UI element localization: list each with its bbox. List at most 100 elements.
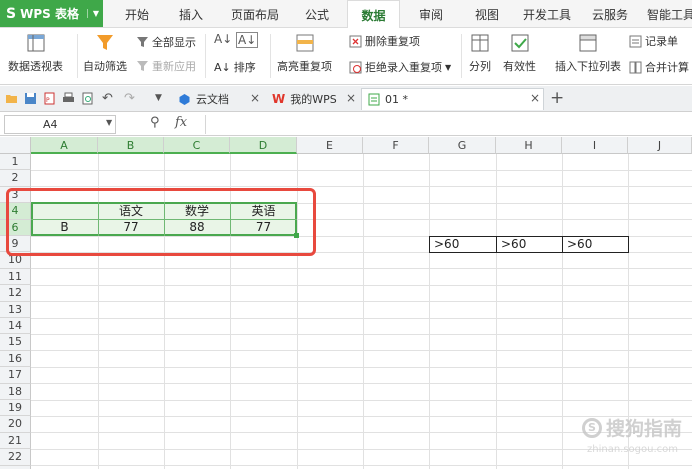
column-header-b[interactable]: B	[98, 137, 164, 154]
wps-w-icon: W	[272, 92, 286, 106]
autofilter-button[interactable]: 自动筛选	[83, 33, 127, 74]
split-column-button[interactable]: 分列	[469, 33, 491, 74]
chevron-down-icon[interactable]: ▼	[86, 9, 99, 18]
grid-row-line	[31, 350, 692, 352]
validity-button[interactable]: 有效性	[503, 33, 536, 74]
name-box[interactable]: A4	[4, 115, 116, 134]
tab-insert[interactable]: 插入	[172, 0, 210, 28]
highlight-dup-icon	[296, 34, 313, 52]
row-header-11[interactable]: 11	[0, 268, 31, 286]
tab-formula[interactable]: 公式	[298, 0, 336, 28]
tab-cloud[interactable]: 云服务	[586, 0, 634, 28]
tab-home[interactable]: 开始	[118, 0, 156, 28]
column-header-a[interactable]: A	[31, 137, 98, 154]
grid-row-line	[31, 465, 692, 467]
tab-review[interactable]: 审阅	[412, 0, 450, 28]
save-icon[interactable]	[24, 92, 37, 105]
customize-chevron-icon[interactable]: ▼	[155, 93, 162, 103]
column-header-i[interactable]: I	[562, 137, 628, 154]
column-header-d[interactable]: D	[230, 137, 297, 154]
cloud-cube-icon	[179, 93, 190, 105]
column-header-e[interactable]: E	[297, 137, 363, 154]
cell-g9[interactable]: >60	[429, 236, 497, 253]
highlight-duplicates-button[interactable]: 高亮重复项	[277, 33, 332, 74]
grid-row-line	[31, 366, 692, 368]
redo-icon[interactable]: ↷	[124, 91, 135, 106]
sort-button[interactable]: A↓ 排序	[214, 59, 256, 75]
app-name: WPS 表格	[20, 7, 79, 21]
close-icon[interactable]: ×	[250, 91, 260, 105]
open-folder-icon[interactable]	[5, 92, 18, 105]
print-icon[interactable]	[62, 92, 75, 105]
tab-view[interactable]: 视图	[468, 0, 506, 28]
row-header-16[interactable]: 16	[0, 350, 31, 368]
doc-tab-active[interactable]: 01 *	[361, 88, 544, 110]
validity-icon	[511, 34, 528, 52]
row-header-20[interactable]: 20	[0, 416, 31, 433]
print-preview-icon[interactable]	[81, 92, 94, 105]
column-header-f[interactable]: F	[363, 137, 429, 154]
record-form-button[interactable]: 记录单	[629, 33, 678, 49]
reject-duplicates-button[interactable]: 拒绝录入重复项 ▼	[349, 59, 451, 75]
insert-dropdown-list-button[interactable]: 插入下拉列表	[555, 33, 621, 74]
row-header-19[interactable]: 19	[0, 400, 31, 417]
column-header-c[interactable]: C	[164, 137, 230, 154]
tab-smart-tools[interactable]: 智能工具	[642, 0, 692, 28]
undo-icon[interactable]: ↶	[102, 91, 113, 106]
pivot-table-icon	[27, 34, 44, 52]
delete-duplicates-button[interactable]: 删除重复项	[349, 33, 420, 49]
doc-tab-cloud[interactable]: 云文档	[172, 88, 235, 110]
reject-dup-icon	[349, 61, 362, 73]
svg-text:P: P	[46, 97, 50, 104]
delete-dup-icon	[349, 35, 362, 47]
formula-input[interactable]	[205, 115, 690, 134]
chevron-down-icon: ▼	[445, 62, 452, 72]
row-header-17[interactable]: 17	[0, 367, 31, 384]
column-header-g[interactable]: G	[429, 137, 496, 154]
dropdown-list-icon	[579, 34, 597, 52]
function-fx-icon[interactable]: fx	[175, 115, 187, 130]
row-header-2[interactable]: 2	[0, 170, 31, 187]
export-pdf-icon[interactable]: P	[43, 92, 56, 105]
row-header-1[interactable]: 1	[0, 154, 31, 171]
show-all-button[interactable]: 全部显示	[136, 34, 196, 50]
sort-desc-icon[interactable]: A↓	[236, 32, 259, 48]
row-header-21[interactable]: 21	[0, 432, 31, 450]
cell-h9[interactable]: >60	[496, 236, 563, 253]
row-header-14[interactable]: 14	[0, 318, 31, 335]
sort-asc-icon[interactable]: A↓	[214, 32, 232, 46]
close-icon[interactable]: ×	[530, 91, 540, 105]
row-header-22[interactable]: 22	[0, 449, 31, 466]
merge-calc-icon	[629, 61, 642, 73]
column-header-h[interactable]: H	[496, 137, 562, 154]
cell-i9[interactable]: >60	[562, 236, 629, 253]
sogou-logo-icon: S	[581, 417, 602, 438]
reapply-button[interactable]: 重新应用	[136, 58, 196, 74]
grid-row-line	[31, 301, 692, 303]
new-tab-plus-icon[interactable]: +	[550, 88, 564, 108]
row-header-23[interactable]: 23	[0, 465, 31, 469]
watermark-url: zhinan.sogou.com	[586, 444, 678, 455]
tab-developer[interactable]: 开发工具	[518, 0, 576, 28]
spreadsheet-file-icon	[368, 93, 380, 106]
column-header-j[interactable]: J	[628, 137, 692, 154]
zoom-search-icon[interactable]: ⚲	[150, 115, 160, 130]
tab-page-layout[interactable]: 页面布局	[226, 0, 284, 28]
grid-row-line	[31, 317, 692, 319]
tab-data[interactable]: 数据	[347, 0, 400, 28]
select-all-corner[interactable]	[0, 137, 31, 154]
chevron-down-icon[interactable]: ▼	[106, 118, 112, 127]
sort-icon: A↓	[214, 60, 231, 74]
split-column-icon	[471, 34, 489, 52]
merge-calc-button[interactable]: 合并计算	[629, 59, 689, 75]
app-menu-button[interactable]: S WPS 表格 ▼	[0, 0, 103, 27]
row-header-13[interactable]: 13	[0, 301, 31, 318]
pivot-table-button[interactable]: 数据透视表	[8, 33, 63, 74]
row-header-15[interactable]: 15	[0, 334, 31, 351]
close-icon[interactable]: ×	[346, 91, 356, 105]
row-header-18[interactable]: 18	[0, 383, 31, 400]
row-header-12[interactable]: 12	[0, 285, 31, 302]
doc-tab-my-wps[interactable]: W 我的WPS	[266, 88, 343, 110]
highlight-annotation-box	[6, 188, 316, 256]
grid-row-line	[31, 383, 692, 385]
